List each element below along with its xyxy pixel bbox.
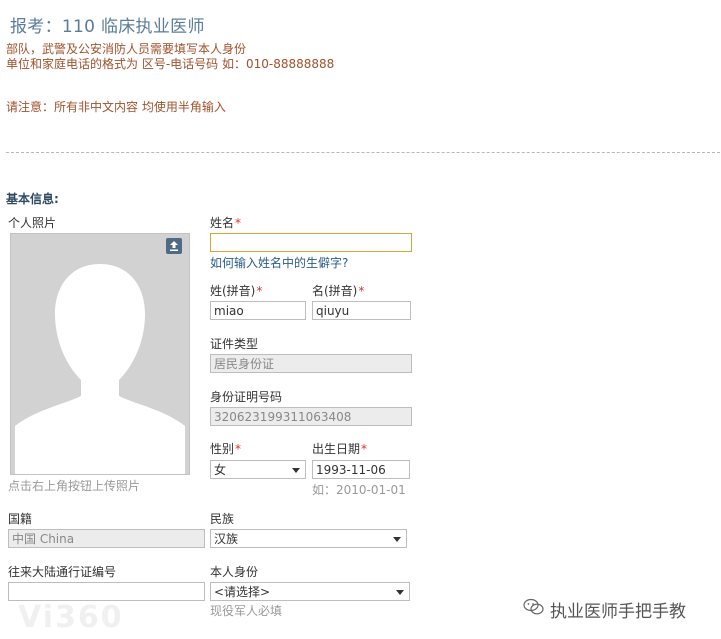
birth-date-input[interactable]: 1993-11-06 bbox=[312, 460, 410, 479]
photo-label: 个人照片 bbox=[8, 216, 57, 230]
surname-pinyin-input[interactable]: miao bbox=[210, 301, 306, 320]
given-pinyin-input[interactable]: qiuyu bbox=[312, 301, 411, 320]
birth-date-hint: 如：2010-01-01 bbox=[312, 483, 406, 497]
required-mark: * bbox=[235, 442, 242, 456]
id-type-label: 证件类型 bbox=[210, 337, 259, 351]
gender-selected-value: 女 bbox=[214, 463, 227, 477]
rare-char-help-link[interactable]: 如何输入姓名中的生僻字? bbox=[210, 254, 348, 271]
nationality-label: 国籍 bbox=[8, 512, 33, 526]
permit-number-label: 往来大陆通行证编号 bbox=[8, 565, 117, 579]
faint-watermark: Vi360 bbox=[18, 600, 124, 635]
identity-selected-value: <请选择> bbox=[214, 585, 271, 599]
section-title-basic-info: 基本信息: bbox=[6, 192, 59, 206]
ethnicity-label: 民族 bbox=[210, 512, 235, 526]
required-mark: * bbox=[256, 284, 263, 298]
notice-phone-format: 单位和家庭电话的格式为 区号-电话号码 如：010-88888888 bbox=[6, 57, 335, 71]
ethnicity-selected-value: 汉族 bbox=[214, 532, 239, 546]
nationality-field: 中国 China bbox=[8, 529, 205, 548]
name-input[interactable] bbox=[210, 233, 412, 252]
gender-label: 性别* bbox=[210, 442, 242, 456]
required-mark: * bbox=[358, 284, 365, 298]
chevron-down-icon bbox=[393, 537, 401, 542]
avatar-silhouette-icon bbox=[11, 234, 189, 474]
surname-pinyin-label: 姓(拼音)* bbox=[210, 284, 263, 298]
wechat-icon bbox=[523, 598, 544, 615]
photo-upload-hint: 点击右上角按钮上传照片 bbox=[8, 479, 141, 493]
permit-number-input[interactable] bbox=[8, 582, 205, 601]
given-pinyin-label: 名(拼音)* bbox=[312, 284, 365, 298]
upload-icon[interactable] bbox=[166, 238, 182, 254]
ethnicity-select[interactable]: 汉族 bbox=[210, 529, 407, 548]
identity-hint: 现役军人必填 bbox=[210, 604, 283, 618]
required-mark: * bbox=[235, 216, 242, 230]
id-number-label: 身份证明号码 bbox=[210, 390, 283, 404]
identity-select[interactable]: <请选择> bbox=[210, 582, 410, 601]
required-mark: * bbox=[361, 442, 368, 456]
identity-label: 本人身份 bbox=[210, 565, 259, 579]
birth-date-label: 出生日期* bbox=[312, 442, 368, 456]
page-title: 报考：110 临床执业医师 bbox=[10, 17, 205, 37]
notice-halfwidth: 请注意：所有非中文内容 均使用半角输入 bbox=[6, 100, 226, 114]
name-label: 姓名* bbox=[210, 216, 242, 230]
section-divider bbox=[6, 152, 720, 153]
watermark-text: 执业医师手把手教 bbox=[550, 602, 686, 622]
chevron-down-icon bbox=[292, 468, 300, 473]
gender-select[interactable]: 女 bbox=[210, 460, 306, 479]
photo-placeholder bbox=[10, 233, 190, 475]
id-type-field: 居民身份证 bbox=[210, 354, 412, 373]
chevron-down-icon bbox=[396, 590, 404, 595]
id-number-field: 320623199311063408 bbox=[210, 407, 412, 426]
